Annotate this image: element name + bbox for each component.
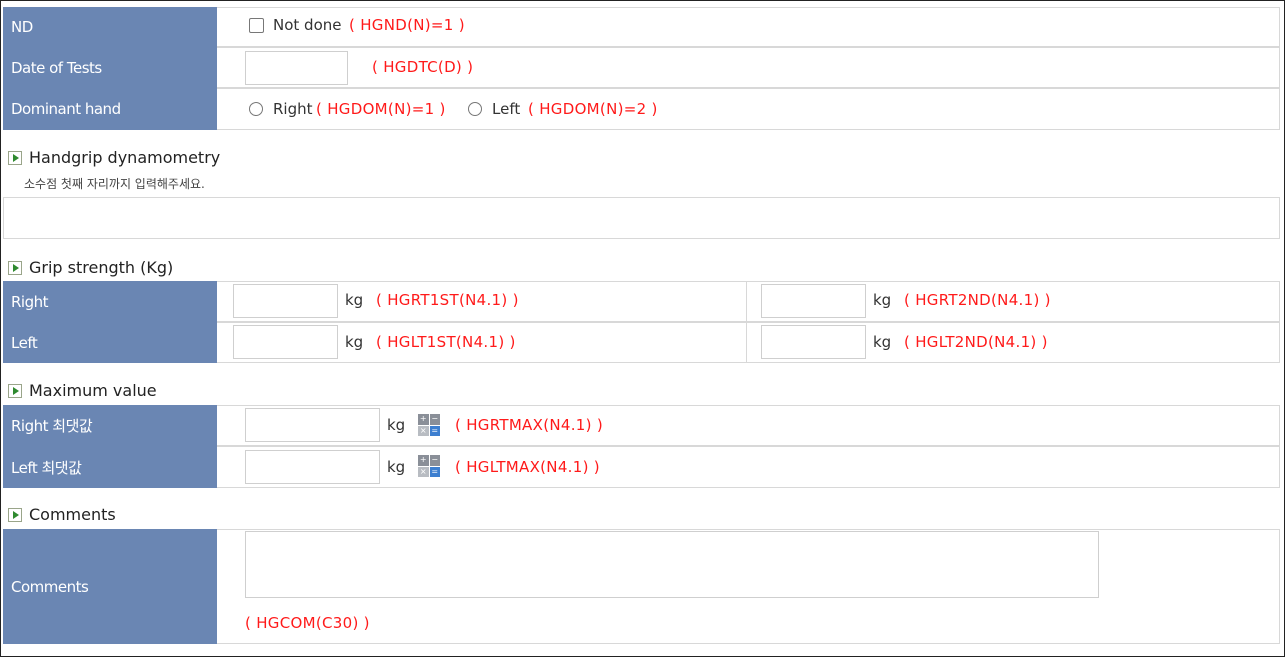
- decimal-note: 소수점 첫째 자리까지 입력해주세요.: [24, 177, 205, 191]
- max-right-unit: kg: [387, 416, 406, 434]
- nd-code: ( HGND(N)=1 ): [349, 16, 465, 34]
- grip-right-label: Right: [3, 281, 217, 322]
- maximum-section-header: Maximum value: [8, 381, 157, 400]
- max-right-code: ( HGRTMAX(N4.1) ): [455, 416, 603, 434]
- max-right-label: Right 최댓값: [3, 405, 217, 446]
- section-bullet-icon: [8, 150, 22, 165]
- grip-right-second-input[interactable]: [761, 284, 866, 318]
- grip-right-first-input[interactable]: [233, 284, 338, 318]
- max-left-input[interactable]: [245, 450, 380, 484]
- maximum-title: Maximum value: [29, 381, 157, 400]
- grip-strength-title: Grip strength (Kg): [29, 258, 174, 277]
- grip-right-second-unit: kg: [873, 291, 892, 309]
- dominant-right-radio[interactable]: [249, 102, 263, 116]
- grip-left-second-code: ( HGLT2ND(N4.1) ): [904, 333, 1048, 351]
- comments-textarea[interactable]: [245, 531, 1099, 598]
- section-bullet-icon: [8, 507, 22, 522]
- section-bullet-icon: [8, 383, 22, 398]
- grip-left-first-unit: kg: [345, 333, 364, 351]
- handgrip-title: Handgrip dynamometry: [29, 148, 221, 167]
- max-left-unit: kg: [387, 458, 406, 476]
- not-done-checkbox[interactable]: [249, 18, 264, 33]
- dominant-left-code: ( HGDOM(N)=2 ): [528, 100, 658, 118]
- grip-left-second-unit: kg: [873, 333, 892, 351]
- date-input[interactable]: [245, 51, 348, 85]
- dominant-left-radio[interactable]: [468, 102, 482, 116]
- grip-right-second-code: ( HGRT2ND(N4.1) ): [904, 291, 1051, 309]
- section-bullet-icon: [8, 260, 22, 275]
- grip-right-first-unit: kg: [345, 291, 364, 309]
- nd-label: ND: [3, 7, 217, 47]
- comments-code: ( HGCOM(C30) ): [245, 614, 370, 632]
- dominant-right-code: ( HGDOM(N)=1 ): [316, 100, 446, 118]
- max-left-label: Left 최댓값: [3, 446, 217, 488]
- date-label: Date of Tests: [3, 47, 217, 88]
- date-code: ( HGDTC(D) ): [372, 58, 474, 76]
- grip-left-first-code: ( HGLT1ST(N4.1) ): [376, 333, 516, 351]
- max-left-code: ( HGLTMAX(N4.1) ): [455, 458, 600, 476]
- handgrip-empty-box: [3, 197, 1280, 239]
- grip-right-first-code: ( HGRT1ST(N4.1) ): [376, 291, 519, 309]
- grip-left-first-input[interactable]: [233, 325, 338, 359]
- grip-strength-section-header: Grip strength (Kg): [8, 258, 173, 277]
- calculator-icon[interactable]: + − × =: [418, 455, 440, 477]
- not-done-label: Not done: [273, 16, 342, 34]
- calculator-icon[interactable]: + − × =: [418, 414, 440, 436]
- comments-label: Comments: [3, 529, 217, 644]
- comments-section-header: Comments: [8, 505, 116, 524]
- dominant-left-label: Left: [492, 100, 521, 118]
- dominant-hand-label: Dominant hand: [3, 88, 217, 130]
- grip-left-second-input[interactable]: [761, 325, 866, 359]
- grip-left-label: Left: [3, 322, 217, 363]
- max-right-input[interactable]: [245, 408, 380, 442]
- handgrip-section-header: Handgrip dynamometry: [8, 148, 220, 167]
- dominant-right-label: Right: [273, 100, 313, 118]
- comments-title: Comments: [29, 505, 116, 524]
